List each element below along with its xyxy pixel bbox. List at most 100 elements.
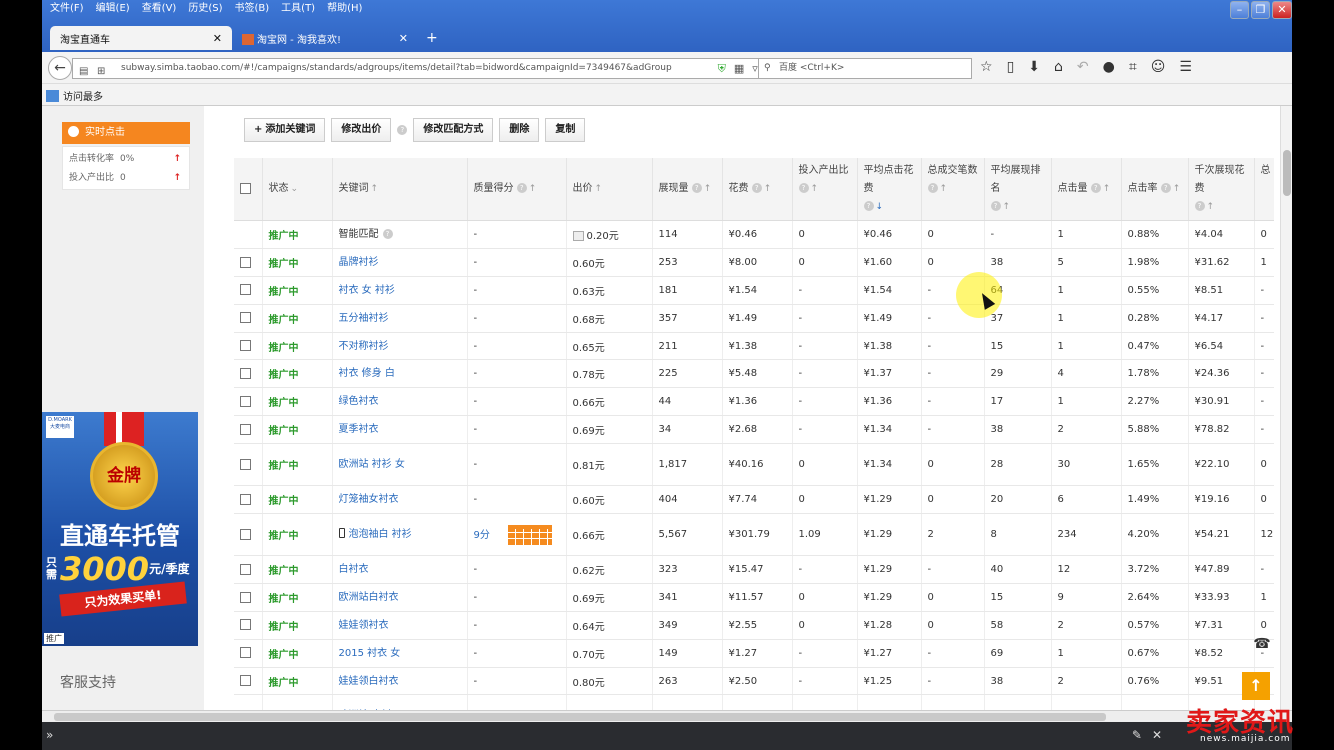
cell-bid[interactable]: 0.63元 xyxy=(566,276,653,305)
cell-bid[interactable]: 0.66元 xyxy=(566,513,653,557)
cell-keyword[interactable]: 绿色衬衣 xyxy=(332,387,468,417)
menu-item[interactable]: 查看(V) xyxy=(138,0,185,16)
help-icon[interactable]: ? xyxy=(751,183,762,193)
qr-code-icon[interactable]: ▦ xyxy=(734,59,744,78)
sort-desc-icon[interactable]: ↓ xyxy=(876,202,884,212)
row-checkbox[interactable] xyxy=(240,396,251,408)
copy-button[interactable]: 复制 xyxy=(545,118,586,142)
minimize-button[interactable]: – xyxy=(1230,1,1249,19)
table-row[interactable]: 推广中 智能匹配? -0.20元 114 ¥0.46 0 ¥0.46 0-1 0.88% ¥4.0… xyxy=(234,220,1274,249)
sort-icon[interactable]: ↑ xyxy=(1003,202,1011,212)
menu-icon[interactable]: ☰ xyxy=(1179,59,1192,75)
row-checkbox[interactable] xyxy=(240,284,251,296)
help-icon[interactable]: ? xyxy=(863,201,874,211)
sort-icon[interactable]: ↑ xyxy=(1103,184,1111,194)
row-checkbox[interactable] xyxy=(240,528,251,540)
cell-keyword[interactable]: 衬衣 修身 白 xyxy=(332,359,468,389)
smile-icon[interactable]: ☺ xyxy=(1151,59,1166,75)
cell-keyword[interactable]: 娃娃领白衬衣 xyxy=(332,667,468,696)
add-keyword-button[interactable]: + 添加关键词 xyxy=(244,118,326,142)
menu-item[interactable]: 书签(B) xyxy=(231,0,278,16)
header-keyword[interactable]: 关键词 ↑ xyxy=(332,158,468,221)
sort-icon[interactable]: ↑ xyxy=(371,184,379,194)
row-checkbox[interactable] xyxy=(240,563,251,575)
sort-icon[interactable]: ↑ xyxy=(1207,202,1215,212)
expand-icon[interactable]: » xyxy=(46,728,53,742)
table-row[interactable]: 推广中 绿色衬衣 - 0.66元 44 ¥1.36 - ¥1.36 - 17 1 2.27% ¥30.9… xyxy=(234,387,1274,417)
row-checkbox[interactable] xyxy=(240,312,251,324)
menu-item[interactable]: 工具(T) xyxy=(277,0,323,16)
table-row[interactable]: 推广中 衬衣 修身 白 - 0.78元 225 ¥5.48 - ¥1.37 - 29 4 1.78% ¥… xyxy=(234,359,1274,389)
menu-item[interactable]: 文件(F) xyxy=(46,0,92,16)
cell-bid[interactable]: 0.65元 xyxy=(566,332,653,361)
sort-icon[interactable]: ↑ xyxy=(811,184,819,194)
header-cpm[interactable]: 千次展现花费? ↑ xyxy=(1188,158,1255,221)
new-tab-button[interactable]: + xyxy=(418,26,446,50)
header-avg-cpc[interactable]: 平均点击花费? ↓ xyxy=(857,158,922,221)
header-cost[interactable]: 花费 ? ↑ xyxy=(722,158,793,221)
sort-icon[interactable]: ↑ xyxy=(940,184,948,194)
home-icon[interactable]: ⌂ xyxy=(1054,59,1063,75)
row-checkbox[interactable] xyxy=(240,591,251,603)
edit-bid-button[interactable]: 修改出价 xyxy=(331,118,392,142)
row-checkbox[interactable] xyxy=(240,647,251,659)
help-icon[interactable]: ? xyxy=(691,183,702,193)
dropdown-arrow-icon[interactable]: ▿ xyxy=(752,59,758,78)
table-row[interactable]: 推广中 娃娃领白衬衣 - 0.80元 263 ¥2.50 - ¥1.25 - 38 2 0.76% ¥9… xyxy=(234,667,1274,696)
search-input[interactable]: ⚲ 百度 <Ctrl+K> xyxy=(758,58,972,79)
menu-item[interactable]: 编辑(E) xyxy=(92,0,138,16)
table-row[interactable]: 推广中 欧洲站 衬衫 女 - 0.81元 1,817 ¥40.16 0 ¥1.34 0 28 30 1… xyxy=(234,443,1274,487)
cell-keyword[interactable]: 衬衣 女 衬衫 xyxy=(332,276,468,305)
cell-keyword[interactable]: 2015 衬衣 女 xyxy=(332,639,468,668)
cell-keyword[interactable]: 泡泡袖白 衬衫 xyxy=(332,513,468,557)
tab-active[interactable]: 淘宝直通车 ✕ xyxy=(50,26,232,50)
row-checkbox[interactable] xyxy=(240,619,251,631)
help-icon[interactable]: ? xyxy=(382,228,393,239)
table-row[interactable]: 推广中 五分袖衬衫 - 0.68元 357 ¥1.49 - ¥1.49 - 37 1 0.28% ¥4.… xyxy=(234,304,1274,333)
close-window-button[interactable]: ✕ xyxy=(1272,1,1292,19)
cell-keyword[interactable]: 欧洲站白衬衣 xyxy=(332,583,468,612)
cell-keyword[interactable]: 五分袖衬衫 xyxy=(332,304,468,333)
cell-keyword[interactable]: 智能匹配? xyxy=(332,220,468,249)
cell-keyword[interactable]: 娃娃领衬衣 xyxy=(332,611,468,640)
address-bar[interactable]: ▤ ⊞ subway.simba.taobao.com/#!/campaigns… xyxy=(72,58,780,79)
help-icon[interactable]: ? xyxy=(397,125,408,135)
row-checkbox[interactable] xyxy=(240,423,251,435)
close-tab-icon[interactable]: ✕ xyxy=(399,32,408,45)
maximize-button[interactable]: ❐ xyxy=(1251,1,1270,19)
sort-icon[interactable]: ↑ xyxy=(595,184,603,194)
bookmark-most-visited[interactable]: 访问最多 xyxy=(63,92,103,103)
menu-item[interactable]: 历史(S) xyxy=(184,0,230,16)
realtime-click-button[interactable]: 实时点击 xyxy=(62,122,190,144)
reading-list-icon[interactable]: ▯ xyxy=(1007,59,1015,75)
tab-inactive[interactable]: 淘宝网 - 淘我喜欢! ✕ xyxy=(232,26,418,50)
cell-keyword[interactable]: 白衬衣 xyxy=(332,555,468,584)
cell-keyword[interactable]: 欧洲站 衬衫 女 xyxy=(332,443,468,487)
shield-icon[interactable]: ⛨ xyxy=(718,59,726,78)
help-icon[interactable]: ? xyxy=(927,183,938,193)
table-row[interactable]: 推广中 欧洲站白衬衣 - 0.69元 341 ¥11.57 0 ¥1.29 0 15 9 2.64% ¥… xyxy=(234,583,1274,612)
select-all-checkbox[interactable] xyxy=(240,182,251,194)
cell-bid[interactable]: 0.62元 xyxy=(566,555,653,584)
table-row[interactable]: 推广中欧洲站 春衬-0.77元119¥1.24-¥1.24-5710.84%¥1… xyxy=(234,694,1274,710)
undo-icon[interactable]: ↶ xyxy=(1077,59,1089,75)
cell-bid[interactable]: 0.60元 xyxy=(566,248,653,277)
cell-keyword[interactable]: 灯笼袖女衬衣 xyxy=(332,485,468,515)
cell-bid[interactable]: 0.77元 xyxy=(566,694,653,710)
cell-bid[interactable]: 0.68元 xyxy=(566,304,653,333)
cell-bid[interactable]: 0.64元 xyxy=(566,611,653,640)
help-icon[interactable]: ? xyxy=(516,183,527,193)
cell-bid[interactable]: 0.78元 xyxy=(566,359,653,389)
row-checkbox[interactable] xyxy=(240,340,251,352)
sort-icon[interactable]: ↑ xyxy=(764,184,772,194)
header-ctr[interactable]: 点击率 ? ↑ xyxy=(1121,158,1189,221)
vertical-scrollbar[interactable] xyxy=(1280,106,1292,710)
back-button[interactable]: ← xyxy=(48,56,72,80)
menu-item[interactable]: 帮助(H) xyxy=(323,0,370,16)
cell-bid[interactable]: 0.70元 xyxy=(566,639,653,668)
help-icon[interactable]: ? xyxy=(1160,183,1171,193)
download-icon[interactable]: ⬇ xyxy=(1028,59,1040,75)
header-quality[interactable]: 质量得分 ? ↑ xyxy=(467,158,567,221)
table-row[interactable]: 推广中 不对称衬衫 - 0.65元 211 ¥1.38 - ¥1.38 - 15 1 0.47% ¥6.… xyxy=(234,332,1274,361)
cell-bid[interactable]: 0.69元 xyxy=(566,415,653,445)
